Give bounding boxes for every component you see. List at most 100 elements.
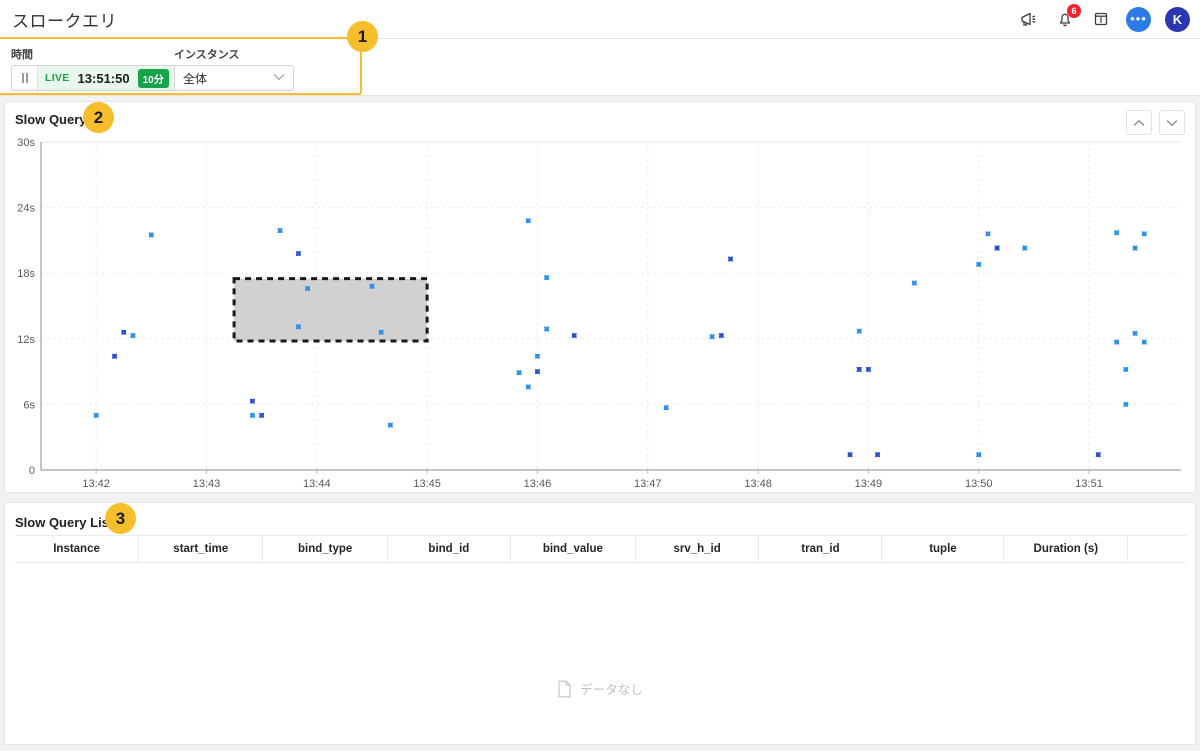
scatter-plot-svg[interactable]: 0 6s 12s 18s 24s 30s 13:42 13:43 13:44 13:45 13:46… — [5, 133, 1197, 493]
scatter-point[interactable] — [523, 382, 533, 392]
table-header-cell[interactable]: tran_id — [758, 535, 883, 563]
x-axis-tick-label: 13:42 — [82, 478, 110, 490]
info-box-icon[interactable] — [1090, 8, 1112, 30]
table-header-cell[interactable]: bind_type — [262, 535, 388, 563]
chevron-down-icon — [273, 73, 285, 84]
slow-query-table: Instance start_time bind_type bind_id bind_v… — [15, 535, 1187, 563]
callout-badge-2: 2 — [83, 102, 114, 133]
chart-title-row: Slow Query — [15, 111, 87, 129]
scatter-point[interactable] — [1112, 228, 1122, 238]
scatter-point[interactable] — [275, 225, 285, 235]
table-header-cell[interactable]: srv_h_id — [635, 535, 760, 563]
table-header-cell[interactable] — [1127, 535, 1187, 563]
avatar[interactable]: K — [1165, 6, 1190, 32]
scatter-point[interactable] — [983, 229, 993, 239]
x-axis-tick-label: 13:44 — [303, 478, 331, 490]
scatter-point[interactable] — [854, 326, 864, 336]
scatter-point[interactable] — [1130, 328, 1140, 338]
time-filter-label: 時間 — [11, 49, 33, 61]
scatter-point[interactable] — [514, 368, 524, 378]
scatter-point[interactable] — [109, 351, 119, 361]
x-axis-tick-label: 13:46 — [524, 478, 552, 490]
slow-query-chart-panel: Slow Query 0 6s 12s 18s 24s 30s 13:42 13:43 13:4… — [4, 101, 1196, 493]
scatter-point[interactable] — [385, 420, 395, 430]
bell-icon[interactable]: 6 — [1054, 4, 1081, 30]
scatter-point[interactable] — [707, 332, 717, 342]
instance-select[interactable]: 全体 — [174, 65, 294, 91]
y-axis-tick-label: 0 — [29, 465, 35, 477]
y-axis-tick-label: 6s — [23, 399, 35, 411]
scatter-point[interactable] — [119, 327, 129, 337]
chevron-up-button[interactable] — [1126, 110, 1152, 135]
scatter-point[interactable] — [1130, 243, 1140, 253]
table-title-row: Slow Query List — [15, 514, 113, 532]
time-range-badge[interactable]: 10分 — [137, 68, 169, 88]
time-filter: 時間 LIVE 13:51:50 10分 — [11, 46, 177, 91]
table-header-row: Instance start_time bind_type bind_id bind_v… — [15, 535, 1187, 563]
empty-state: データなし — [5, 679, 1195, 698]
instance-filter-label: インスタンス — [174, 49, 240, 61]
x-axis-tick-label: 13:47 — [634, 478, 662, 490]
table-header-cell[interactable]: bind_value — [510, 535, 636, 563]
scatter-point[interactable] — [725, 254, 735, 264]
scatter-point[interactable] — [542, 272, 552, 282]
app-header: スロークエリ 6 ••• K — [0, 0, 1200, 38]
instance-filter: インスタンス 全体 — [174, 46, 294, 91]
time-control[interactable]: LIVE 13:51:50 10分 — [11, 65, 177, 91]
y-axis-tick-label: 12s — [17, 334, 35, 346]
scatter-point[interactable] — [257, 410, 267, 420]
x-axis-tick-label: 13:43 — [193, 478, 221, 490]
empty-state-text: データなし — [580, 683, 643, 697]
scatter-point[interactable] — [909, 278, 919, 288]
bell-badge-count: 6 — [1067, 4, 1081, 18]
table-header-cell[interactable]: Instance — [15, 535, 140, 563]
scatter-point[interactable] — [873, 450, 883, 460]
header-icon-group: 6 ••• K — [1018, 0, 1190, 38]
scatter-point[interactable] — [293, 248, 303, 258]
scatter-point[interactable] — [974, 450, 984, 460]
selection-rectangle[interactable] — [232, 277, 429, 343]
scatter-plot[interactable]: 0 6s 12s 18s 24s 30s 13:42 13:43 13:44 13:45 13:46… — [5, 133, 1197, 493]
scatter-point[interactable] — [247, 410, 257, 420]
scatter-point[interactable] — [1121, 364, 1131, 374]
scatter-point[interactable] — [992, 243, 1002, 253]
chart-title: Slow Query — [15, 112, 87, 127]
instance-select-value: 全体 — [183, 71, 208, 86]
pause-button[interactable] — [12, 66, 38, 90]
scatter-point[interactable] — [1020, 243, 1030, 253]
live-indicator[interactable]: LIVE 13:51:50 10分 — [38, 66, 176, 90]
chart-button-group — [1126, 110, 1185, 135]
scatter-point[interactable] — [1139, 229, 1149, 239]
x-axis-tick-label: 13:49 — [855, 478, 883, 490]
page-title: スロークエリ — [12, 11, 117, 31]
live-time-value: 13:51:50 — [77, 70, 130, 86]
table-title: Slow Query List — [15, 515, 114, 530]
scatter-point[interactable] — [542, 324, 552, 334]
live-label: LIVE — [45, 72, 70, 84]
x-axis-tick-label: 13:51 — [1075, 478, 1103, 490]
table-header-cell[interactable]: start_time — [138, 535, 264, 563]
callout-badge-1: 1 — [347, 21, 378, 52]
table-header-cell[interactable]: tuple — [881, 535, 1005, 563]
scatter-point[interactable] — [845, 450, 855, 460]
filter-bar: 時間 LIVE 13:51:50 10分 インスタンス 全体 — [0, 38, 1200, 96]
scatter-point[interactable] — [523, 216, 533, 226]
table-header-cell[interactable]: bind_id — [387, 535, 511, 563]
scatter-point[interactable] — [146, 230, 156, 240]
x-axis-tick-label: 13:48 — [744, 478, 772, 490]
y-axis-tick-label: 24s — [17, 203, 35, 215]
table-header-cell[interactable]: Duration (s) — [1003, 535, 1129, 563]
x-axis-tick-label: 13:45 — [413, 478, 441, 490]
megaphone-icon[interactable] — [1018, 8, 1040, 30]
scatter-point[interactable] — [1093, 450, 1103, 460]
y-axis-tick-label: 30s — [17, 137, 35, 149]
chat-dots: ••• — [1130, 11, 1147, 26]
callout-badge-3: 3 — [105, 503, 136, 534]
slow-query-list-panel: Slow Query List Instance start_time bind_t… — [4, 502, 1196, 745]
scatter-point[interactable] — [854, 364, 864, 374]
scatter-point[interactable] — [532, 367, 542, 377]
chevron-down-button[interactable] — [1159, 110, 1185, 135]
x-axis-tick-label: 13:50 — [965, 478, 993, 490]
chat-icon[interactable]: ••• — [1126, 6, 1151, 32]
document-icon — [557, 680, 572, 698]
